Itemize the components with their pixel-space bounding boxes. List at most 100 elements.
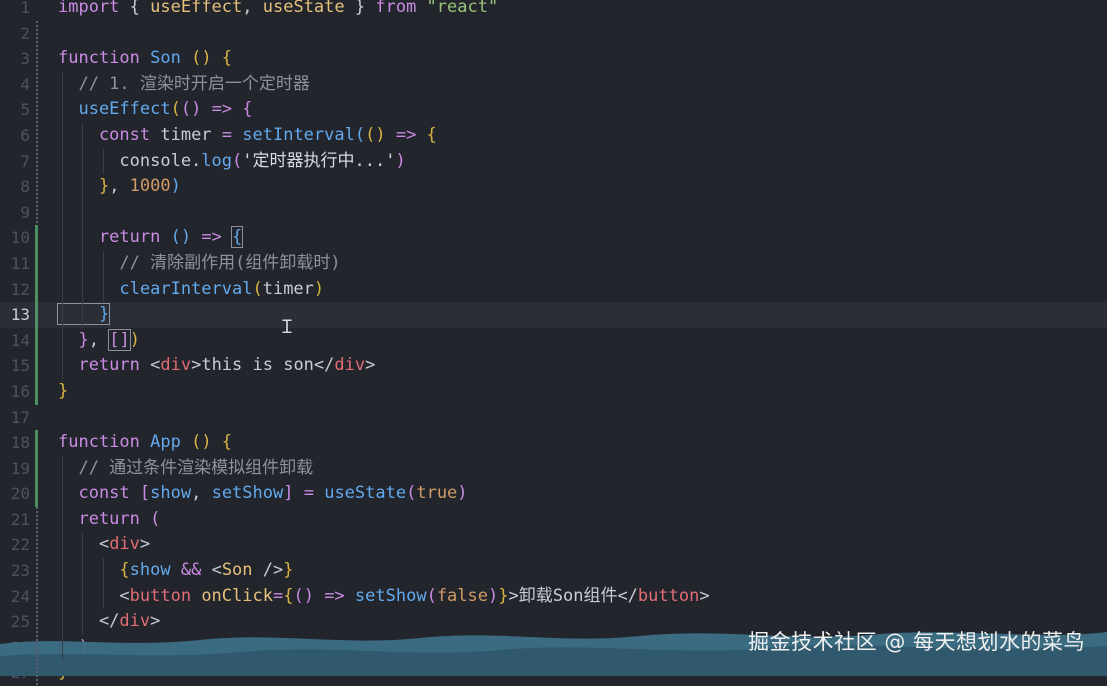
code-line[interactable]: 14 }, []) bbox=[0, 328, 1107, 354]
line-number: 13 bbox=[10, 305, 30, 325]
gutter-dots-marker bbox=[36, 507, 38, 686]
code-line[interactable]: 20 const [show, setShow] = useState(true… bbox=[0, 481, 1107, 507]
code-text[interactable]: return () => { bbox=[58, 225, 244, 251]
code-token: ) bbox=[170, 176, 181, 197]
code-text[interactable]: }, 1000) bbox=[58, 174, 181, 200]
code-line[interactable]: 7 console.log('定时器执行中...') bbox=[0, 149, 1107, 175]
code-token: function bbox=[58, 432, 151, 453]
code-line[interactable]: 16} bbox=[0, 379, 1107, 405]
code-token: useEffect bbox=[58, 99, 171, 120]
code-token: [ bbox=[139, 483, 151, 504]
line-number: 17 bbox=[10, 407, 30, 427]
code-text[interactable]: return ( bbox=[58, 507, 160, 533]
git-change-bar bbox=[35, 430, 38, 507]
code-text[interactable]: } bbox=[58, 379, 68, 405]
code-token: => bbox=[385, 124, 427, 145]
code-line[interactable]: 22 <div> bbox=[0, 532, 1107, 558]
code-line[interactable]: 24 <button onClick={() => setShow(false)… bbox=[0, 584, 1107, 610]
code-token: false bbox=[436, 585, 488, 606]
line-number: 19 bbox=[10, 458, 30, 478]
code-line[interactable]: 1 import { useEffect, useState } from "re… bbox=[0, 0, 1107, 21]
code-token: clearInterval bbox=[58, 278, 253, 299]
code-text[interactable]: useEffect(() => { bbox=[58, 97, 252, 123]
code-text[interactable]: <div> bbox=[58, 532, 150, 558]
code-token: '定时器执行中...' bbox=[242, 150, 396, 171]
line-number: 23 bbox=[10, 561, 30, 581]
code-token: return bbox=[58, 355, 151, 376]
indent-guide bbox=[103, 251, 104, 303]
code-line[interactable]: 5 useEffect(() => { bbox=[0, 97, 1107, 123]
line-number: 9 bbox=[20, 202, 30, 222]
code-token: < bbox=[58, 534, 110, 555]
line-number: 16 bbox=[10, 381, 30, 401]
code-text[interactable]: import { useEffect, useState } from "rea… bbox=[58, 0, 498, 21]
code-token: { bbox=[58, 560, 130, 581]
code-token: button bbox=[637, 585, 700, 606]
code-text[interactable]: const timer = setInterval(() => { bbox=[58, 123, 437, 149]
indent-guide bbox=[82, 123, 83, 328]
code-line[interactable]: 12 clearInterval(timer) bbox=[0, 277, 1107, 303]
code-line[interactable]: 19 // 通过条件渲染模拟组件卸载 bbox=[0, 456, 1107, 482]
code-line[interactable]: 13 } bbox=[0, 302, 1107, 328]
code-text[interactable]: <button onClick={() => setShow(false)}>卸… bbox=[58, 584, 710, 610]
code-token: > bbox=[699, 585, 710, 606]
line-number: 4 bbox=[20, 74, 30, 94]
code-line[interactable]: 10 return () => { bbox=[0, 225, 1107, 251]
code-line[interactable]: 9 bbox=[0, 200, 1107, 226]
code-token: ( bbox=[252, 278, 263, 299]
code-text[interactable]: // 1. 渲染时开启一个定时器 bbox=[58, 72, 309, 98]
code-line[interactable]: 3 function Son () { bbox=[0, 46, 1107, 72]
code-token: // 通过条件渲染模拟组件卸载 bbox=[58, 457, 314, 478]
code-line[interactable]: 17 bbox=[0, 405, 1107, 431]
line-number: 11 bbox=[10, 253, 30, 273]
code-token: && bbox=[170, 560, 212, 581]
code-text[interactable]: } bbox=[56, 302, 111, 328]
line-number: 20 bbox=[10, 484, 30, 504]
code-token: < bbox=[211, 560, 222, 581]
code-text[interactable]: }, []) bbox=[58, 328, 140, 354]
code-token: , bbox=[242, 0, 263, 17]
code-text[interactable]: // 清除副作用(组件卸载时) bbox=[58, 251, 340, 277]
code-text[interactable]: clearInterval(timer) bbox=[58, 277, 324, 303]
code-line[interactable]: 15 return <div>this is son</div> bbox=[0, 353, 1107, 379]
code-token: = bbox=[272, 585, 284, 606]
code-token: => bbox=[201, 99, 243, 120]
code-token: > bbox=[365, 355, 376, 376]
code-token: ) bbox=[488, 585, 499, 606]
code-line[interactable]: 21 return ( bbox=[0, 507, 1107, 533]
code-text[interactable]: {show && <Son />} bbox=[58, 558, 293, 584]
code-token: () bbox=[170, 227, 192, 248]
code-token: Son bbox=[150, 48, 192, 69]
code-token: setShow bbox=[211, 483, 284, 504]
code-line[interactable]: 6 const timer = setInterval(() => { bbox=[0, 123, 1107, 149]
code-line[interactable]: 23 {show && <Son />} bbox=[0, 558, 1107, 584]
code-token: [] bbox=[108, 328, 131, 351]
code-line[interactable]: 2 bbox=[0, 21, 1107, 47]
code-text[interactable]: function App () { bbox=[58, 430, 232, 456]
code-text[interactable]: function Son () { bbox=[58, 46, 232, 72]
code-text[interactable]: console.log('定时器执行中...') bbox=[58, 149, 405, 175]
code-text[interactable]: // 通过条件渲染模拟组件卸载 bbox=[58, 456, 313, 482]
code-token: >卸载Son组件</ bbox=[508, 585, 638, 606]
code-token: const bbox=[58, 483, 140, 504]
line-number: 15 bbox=[10, 356, 30, 376]
code-token: >this is son</ bbox=[191, 355, 335, 376]
code-token: button bbox=[129, 585, 202, 606]
code-token: function bbox=[58, 48, 151, 69]
code-editor[interactable]: 1 import { useEffect, useState } from "re… bbox=[0, 0, 1107, 686]
code-token: show bbox=[150, 483, 192, 504]
code-token: return bbox=[58, 227, 171, 248]
code-text[interactable]: return <div>this is son</div> bbox=[58, 353, 375, 379]
code-token: { bbox=[283, 585, 294, 606]
code-line[interactable]: 8 }, 1000) bbox=[0, 174, 1107, 200]
indent-guide bbox=[82, 532, 83, 635]
code-token: } bbox=[498, 585, 509, 606]
line-number: 1 bbox=[20, 0, 30, 17]
code-token: ) bbox=[313, 278, 325, 299]
code-text[interactable]: const [show, setShow] = useState(true) bbox=[58, 481, 467, 507]
code-line[interactable]: 11 // 清除副作用(组件卸载时) bbox=[0, 251, 1107, 277]
git-change-bar bbox=[35, 225, 38, 405]
code-line[interactable]: 4 // 1. 渲染时开启一个定时器 bbox=[0, 72, 1107, 98]
code-token: from bbox=[375, 0, 427, 17]
code-line[interactable]: 18 function App () { bbox=[0, 430, 1107, 456]
